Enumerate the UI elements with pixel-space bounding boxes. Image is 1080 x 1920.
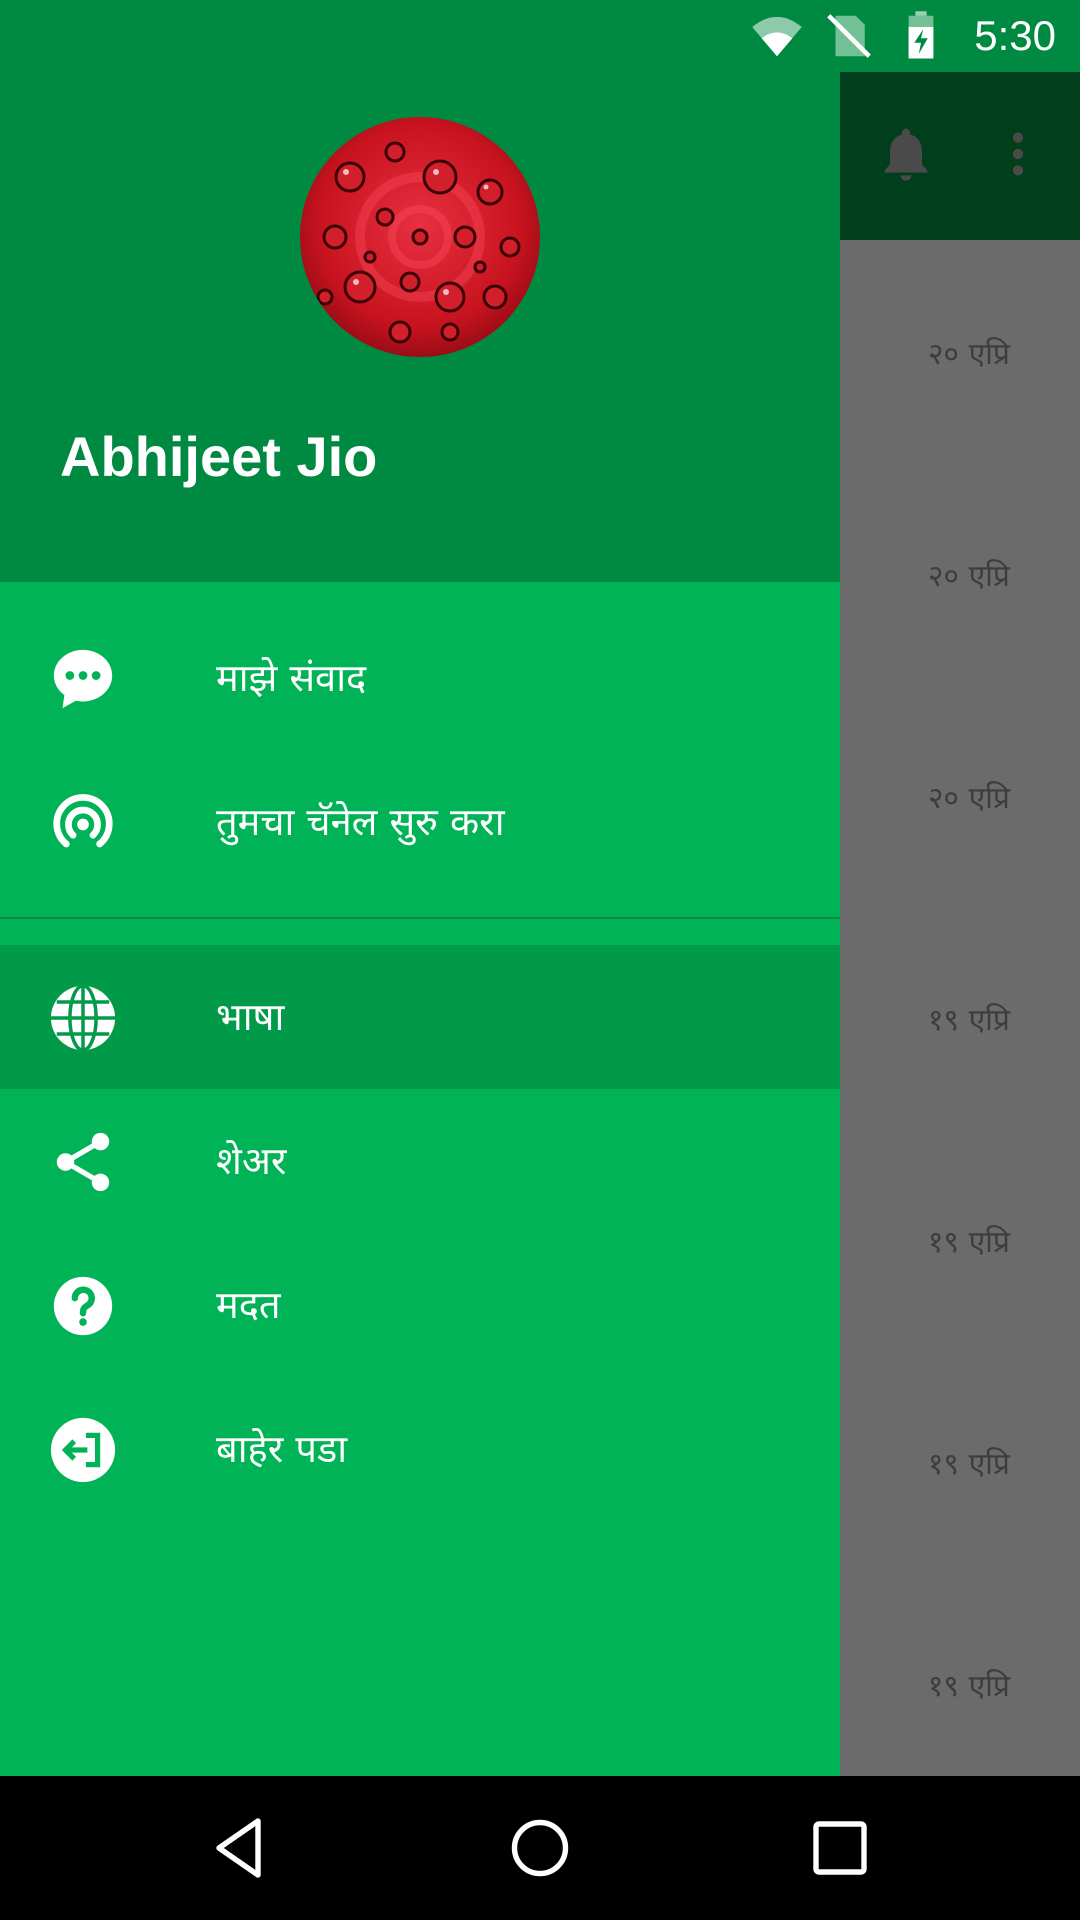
drawer-header: Abhijeet Jio bbox=[0, 0, 840, 582]
list-date: १९ एप्रि bbox=[927, 1003, 1010, 1038]
menu-item-label: शेअर bbox=[216, 1139, 287, 1183]
no-sim-icon bbox=[827, 14, 872, 58]
menu-item-help[interactable]: मदत bbox=[0, 1233, 840, 1377]
system-nav-bar bbox=[0, 1776, 1080, 1920]
avatar[interactable] bbox=[300, 117, 540, 357]
home-icon[interactable] bbox=[504, 1812, 576, 1884]
bell-icon bbox=[884, 128, 928, 181]
chat-bubble-icon bbox=[53, 649, 113, 709]
menu-item-language[interactable]: भाषा bbox=[0, 945, 840, 1089]
help-icon bbox=[53, 1276, 113, 1336]
background-list: २० एप्रि २० एप्रि २० एप्रि १९ एप्रि १९ ए… bbox=[840, 240, 1080, 1776]
menu-item-label: बाहेर पडा bbox=[216, 1427, 348, 1471]
status-icons: 5:30 bbox=[750, 0, 1056, 72]
list-date: २० एप्रि bbox=[927, 337, 1010, 372]
menu-divider bbox=[0, 917, 840, 919]
clock: 5:30 bbox=[974, 12, 1056, 59]
menu-item-share[interactable]: शेअर bbox=[0, 1089, 840, 1233]
broadcast-icon bbox=[53, 794, 113, 848]
menu-item-label: तुमचा चॅनेल सुरु करा bbox=[216, 800, 505, 844]
menu-item-label: मदत bbox=[216, 1283, 281, 1327]
menu-item-logout[interactable]: बाहेर पडा bbox=[0, 1377, 840, 1521]
user-name: Abhijeet Jio bbox=[60, 425, 378, 488]
menu-item-label: माझे संवाद bbox=[216, 656, 367, 700]
more-vert-icon bbox=[1012, 132, 1024, 176]
menu-item-start-channel[interactable]: तुमचा चॅनेल सुरु करा bbox=[0, 750, 840, 894]
status-bar: 5:30 bbox=[0, 0, 1080, 72]
list-date: २० एप्रि bbox=[927, 559, 1010, 594]
list-date: १९ एप्रि bbox=[927, 1447, 1010, 1482]
menu-item-label: भाषा bbox=[216, 995, 285, 1039]
avatar-image bbox=[300, 117, 540, 357]
recents-icon[interactable] bbox=[804, 1812, 876, 1884]
navigation-drawer: Abhijeet Jio माझे संवाद तुमचा चॅनेल सुरु… bbox=[0, 0, 840, 1776]
background-toolbar bbox=[840, 72, 1080, 240]
globe-icon bbox=[50, 984, 116, 1052]
list-date: १९ एप्रि bbox=[927, 1669, 1010, 1704]
list-date: १९ एप्रि bbox=[927, 1225, 1010, 1260]
share-icon bbox=[56, 1132, 110, 1192]
battery-charging-icon bbox=[908, 11, 934, 59]
menu-item-my-conversations[interactable]: माझे संवाद bbox=[0, 606, 840, 750]
list-date: २० एप्रि bbox=[927, 781, 1010, 816]
logout-icon bbox=[50, 1417, 116, 1483]
wifi-icon bbox=[752, 16, 802, 57]
back-icon[interactable] bbox=[204, 1812, 276, 1884]
